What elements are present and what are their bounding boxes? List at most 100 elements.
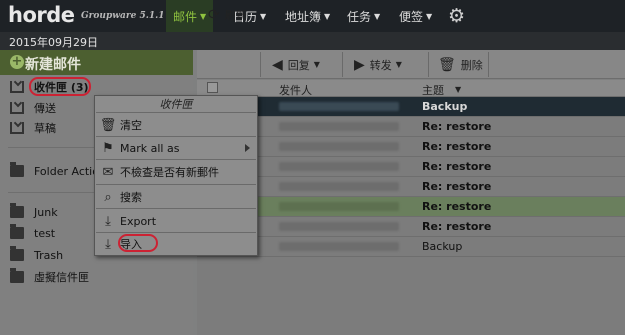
chevron-down-icon: ▼ <box>374 11 381 21</box>
menu-item-search[interactable]: ⌕ 搜索 <box>96 187 256 207</box>
folder-folder-actions[interactable]: Folder Actio <box>10 162 99 180</box>
date-bar: 2015年09月29日 <box>0 32 625 50</box>
delete-button[interactable]: 🗑 删除 <box>438 56 483 73</box>
inbox-highlight-circle <box>29 77 91 96</box>
new-mail-button[interactable]: 新建邮件 <box>0 50 193 75</box>
toolbar-divider <box>428 52 429 77</box>
refresh-label: 刷新 <box>224 8 247 22</box>
forward-button[interactable]: ▶ 转发 ▼ <box>354 56 402 73</box>
column-sender[interactable]: 发件人 <box>279 82 312 98</box>
chevron-down-icon: ▼ <box>313 60 320 69</box>
menu-item-empty[interactable]: 🗑 清空 <box>96 115 256 135</box>
sender-redacted <box>279 222 399 231</box>
context-menu-title: 收件匣 <box>159 98 193 111</box>
folder-icon <box>10 246 24 261</box>
folder-label: 傳送 <box>34 102 56 115</box>
folder-test[interactable]: test <box>10 224 55 242</box>
menu-tasks-label: 任务 <box>347 9 372 24</box>
upload-icon: ⤓ <box>105 236 111 252</box>
menu-tasks[interactable]: 任务 ▼ <box>340 0 387 32</box>
sender-redacted <box>279 242 399 251</box>
chevron-down-icon: ▼ <box>395 60 402 69</box>
refresh-icon: ⟳ <box>208 6 220 23</box>
subject-text: Re: restore <box>422 180 492 193</box>
subject-text: Backup <box>422 240 463 253</box>
menu-item-mark-all-as[interactable]: ⚑ Mark all as <box>96 138 256 158</box>
folder-icon <box>10 203 24 218</box>
toolbar-divider <box>342 52 343 77</box>
chevron-down-icon: ▼ <box>324 11 331 21</box>
folder-virtual[interactable]: 虛擬信件匣 <box>10 268 89 286</box>
table-row[interactable]: Re: restore <box>197 157 625 177</box>
toolbar-divider <box>488 52 489 77</box>
drafts-icon <box>10 122 24 134</box>
sender-redacted <box>279 182 399 191</box>
logo-version: Groupware 5.1.1 <box>81 11 165 21</box>
trash-icon: 🗑 <box>438 56 456 73</box>
table-row[interactable]: Re: restore <box>197 177 625 197</box>
table-row[interactable]: Re: restore <box>197 117 625 137</box>
flag-icon: ⚑ <box>102 140 114 156</box>
subject-text: Re: restore <box>422 140 492 153</box>
menu-address-book[interactable]: 地址簿 ▼ <box>278 0 337 32</box>
menu-divider <box>96 112 256 113</box>
menu-item-label: Mark all as <box>120 141 180 155</box>
subject-text: Re: restore <box>422 120 492 133</box>
folder-icon <box>10 224 24 239</box>
menu-item-no-check-new-mail[interactable]: ✉ 不檢查是否有新郵件 <box>96 162 256 182</box>
folder-label: Folder Actio <box>34 164 99 178</box>
folder-trash[interactable]: Trash <box>10 246 63 264</box>
delete-label: 删除 <box>460 58 483 72</box>
folder-label: Junk <box>34 205 58 219</box>
table-row[interactable]: Backup <box>197 97 625 117</box>
subject-text: Re: restore <box>422 200 492 213</box>
mail-icon: ✉ <box>102 164 114 180</box>
sender-redacted <box>279 142 399 151</box>
menu-mail-label: 邮件 <box>173 9 198 24</box>
menu-item-label: 搜索 <box>120 191 142 204</box>
forward-label: 转发 <box>369 58 392 72</box>
inbox-icon <box>10 81 24 93</box>
menu-notes[interactable]: 便签 ▼ <box>392 0 439 32</box>
folder-junk[interactable]: Junk <box>10 203 58 221</box>
sender-redacted <box>279 202 399 211</box>
menu-divider <box>96 232 256 233</box>
chevron-down-icon: ▼ <box>260 11 267 21</box>
table-row[interactable]: Re: restore <box>197 197 625 217</box>
menu-address-book-label: 地址簿 <box>285 9 322 24</box>
horde-logo[interactable]: horde <box>8 3 75 27</box>
folder-drafts[interactable]: 草稿 <box>10 119 56 137</box>
folder-sent[interactable]: 傳送 <box>10 99 56 117</box>
table-row[interactable]: Backup <box>197 237 625 257</box>
menu-notes-label: 便签 <box>399 9 424 24</box>
menu-item-label: 清空 <box>120 119 142 132</box>
plus-icon: + <box>10 54 24 69</box>
arrow-left-icon: ◀ <box>272 56 283 73</box>
gear-icon[interactable]: ⚙ <box>448 5 465 27</box>
subject-text: Re: restore <box>422 160 492 173</box>
table-row[interactable]: Re: restore <box>197 137 625 157</box>
trash-icon: 🗑 <box>99 117 117 133</box>
download-icon: ⤓ <box>105 213 111 229</box>
table-row[interactable]: Re: restore <box>197 217 625 237</box>
sent-icon <box>10 102 24 114</box>
reply-button[interactable]: ◀ 回复 ▼ <box>272 56 320 73</box>
subject-text: Re: restore <box>422 220 492 233</box>
chevron-down-icon: ▼ <box>426 11 433 21</box>
folder-icon <box>10 162 24 177</box>
subject-text: Backup <box>422 100 468 113</box>
menu-mail[interactable]: 邮件 ▼ <box>166 0 214 32</box>
folder-label: Trash <box>34 248 64 262</box>
menu-divider <box>96 184 256 185</box>
menu-item-export[interactable]: ⤓ Export <box>96 211 256 231</box>
virtual-folder-icon <box>10 268 24 283</box>
folder-label: 草稿 <box>34 122 56 135</box>
toolbar-divider <box>260 52 261 77</box>
menu-divider <box>96 208 256 209</box>
sender-redacted <box>279 122 399 131</box>
column-subject[interactable]: 主题 <box>422 82 444 98</box>
select-all-checkbox[interactable] <box>207 82 218 93</box>
refresh-button[interactable]: ⟳ 刷新 <box>208 6 247 23</box>
menu-divider <box>96 159 256 160</box>
menu-item-label: Export <box>120 214 157 228</box>
